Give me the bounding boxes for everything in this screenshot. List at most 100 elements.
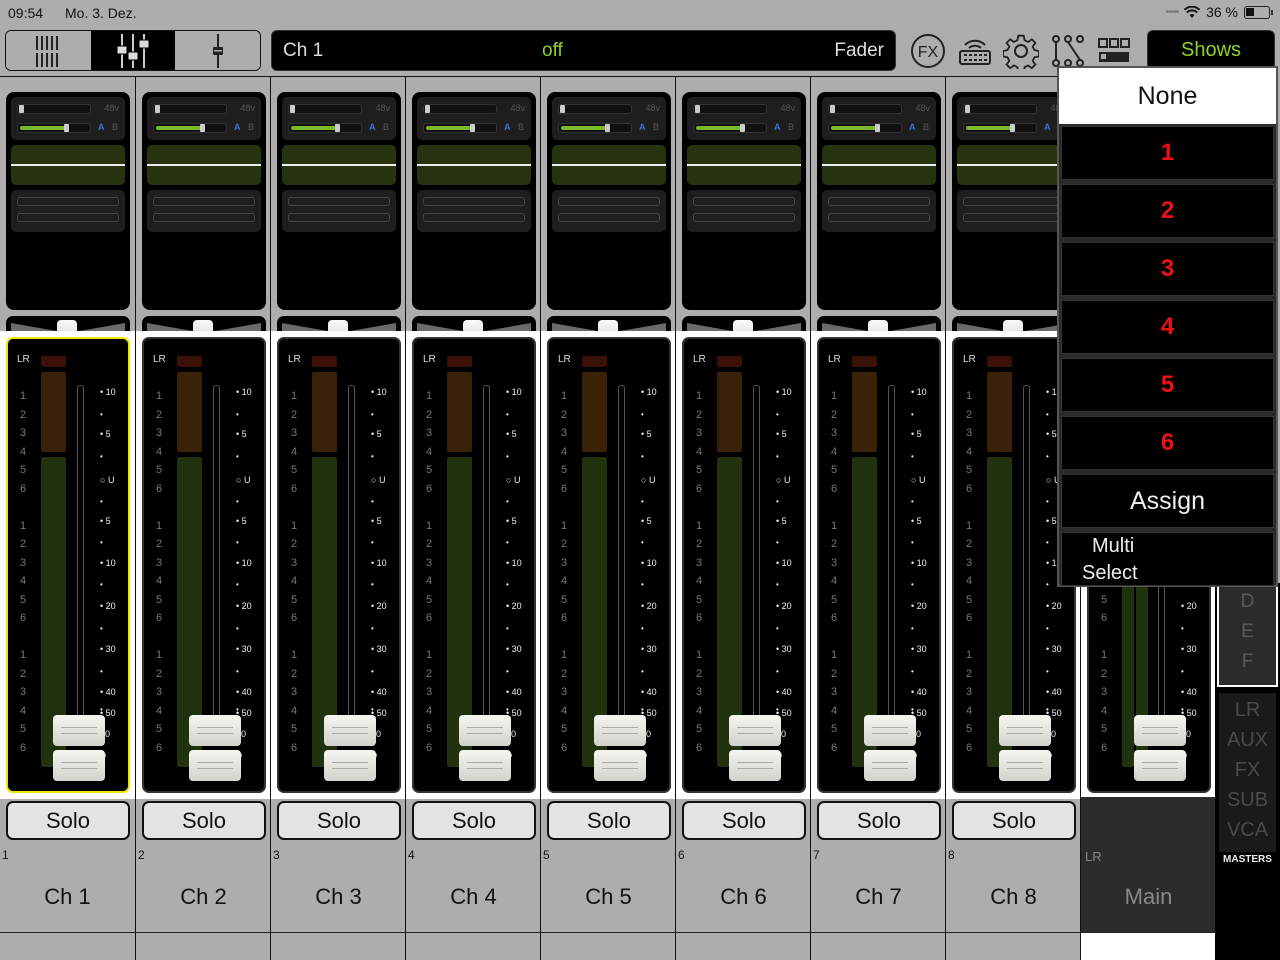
fader-track[interactable] — [1023, 385, 1030, 725]
phantom-slider[interactable] — [693, 104, 767, 114]
channel-overview-tile[interactable]: 48v A B — [547, 92, 671, 310]
group-option-6[interactable]: 6 — [1061, 416, 1274, 470]
master-type-vca[interactable]: VCA — [1219, 815, 1276, 845]
channel-overview-tile[interactable]: 48v A B — [682, 92, 806, 310]
group-option-3[interactable]: 3 — [1061, 242, 1274, 296]
gain-slider[interactable] — [423, 123, 497, 133]
phantom-slider[interactable] — [153, 104, 227, 114]
gain-slider[interactable] — [153, 123, 227, 133]
fader-cap[interactable] — [189, 715, 241, 781]
mixer-view-button[interactable] — [90, 31, 176, 70]
phantom-slider[interactable] — [288, 104, 362, 114]
gain-slider[interactable] — [288, 123, 362, 133]
meters-view-button[interactable] — [6, 31, 91, 70]
fader-track[interactable] — [77, 385, 84, 725]
fader-cap[interactable] — [999, 715, 1051, 781]
channel-strip: 48v A B Mute LR 12345612345612 — [135, 76, 271, 960]
channel-name[interactable]: Ch 5 — [541, 884, 676, 910]
gain-fill — [20, 126, 66, 130]
channel-overview-tile[interactable]: 48v A B — [817, 92, 941, 310]
meter-number: 3 — [696, 686, 703, 698]
group-option-4[interactable]: 4 — [1061, 300, 1274, 354]
scale-mark: • 5 — [1046, 516, 1057, 526]
layout-button[interactable] — [1094, 31, 1134, 71]
meter-number: 2 — [831, 538, 838, 550]
main-name-area[interactable]: LR Main — [1081, 797, 1216, 932]
gain-slider[interactable] — [17, 123, 91, 133]
phantom-slider[interactable] — [423, 104, 497, 114]
channel-name[interactable]: Ch 7 — [811, 884, 946, 910]
assign-button[interactable]: Assign — [1061, 474, 1274, 528]
fader-area: LR 1 2 3 4 5 6 1 2 3 4 5 6 1 2 3 4 5 6 • 10 • • 5 • ○ U • • 5 • •… — [136, 331, 271, 799]
group-none-option[interactable]: None — [1059, 68, 1276, 124]
gain-slider[interactable] — [963, 123, 1037, 133]
gain-slider[interactable] — [558, 123, 632, 133]
group-option-2[interactable]: 2 — [1061, 184, 1274, 238]
meter-number: 3 — [156, 427, 163, 439]
fader-track[interactable] — [213, 385, 220, 725]
compressor-meter — [693, 213, 795, 222]
shows-button[interactable]: Shows — [1147, 30, 1275, 71]
channel-name[interactable]: Ch 1 — [0, 884, 135, 910]
meter-number: 2 — [561, 538, 568, 550]
solo-button[interactable]: Solo — [142, 801, 266, 840]
channel-display[interactable]: Ch 1 off Fader — [271, 30, 896, 71]
fader-cap[interactable] — [459, 715, 511, 781]
channel-name[interactable]: Ch 2 — [136, 884, 271, 910]
fader-track[interactable] — [888, 385, 895, 725]
bank-d[interactable]: D — [1219, 587, 1276, 617]
master-type-fx[interactable]: FX — [1219, 755, 1276, 785]
scale-mark: • — [776, 497, 779, 506]
fader-cap[interactable] — [324, 715, 376, 781]
fader-cap[interactable] — [53, 715, 105, 781]
scale-mark: • — [1046, 667, 1049, 676]
bank-f[interactable]: F — [1219, 647, 1276, 677]
phantom-slider[interactable] — [558, 104, 632, 114]
solo-button[interactable]: Solo — [547, 801, 671, 840]
scale-mark: • — [100, 667, 103, 676]
solo-button[interactable]: Solo — [412, 801, 536, 840]
routing-button[interactable] — [1048, 31, 1088, 71]
solo-button[interactable]: Solo — [817, 801, 941, 840]
channel-name[interactable]: Ch 4 — [406, 884, 541, 910]
multi-select-button[interactable]: Multi Select — [1061, 532, 1274, 586]
fader-cap[interactable] — [864, 715, 916, 781]
phantom-slider[interactable] — [828, 104, 902, 114]
fx-button[interactable]: FX — [908, 31, 948, 71]
master-type-lr[interactable]: LR — [1219, 695, 1276, 725]
channel-overview-tile[interactable]: 48v A B — [412, 92, 536, 310]
fader-track[interactable] — [348, 385, 355, 725]
master-type-sub[interactable]: SUB — [1219, 785, 1276, 815]
fader-cap[interactable] — [1134, 715, 1186, 781]
master-type-aux[interactable]: AUX — [1219, 725, 1276, 755]
phantom-slider[interactable] — [17, 104, 91, 114]
solo-button[interactable]: Solo — [682, 801, 806, 840]
solo-button[interactable]: Solo — [952, 801, 1076, 840]
settings-button[interactable] — [1001, 31, 1041, 71]
wireless-button[interactable] — [955, 31, 995, 71]
gain-slider[interactable] — [828, 123, 902, 133]
channel-overview-tile[interactable]: 48v A B — [277, 92, 401, 310]
channel-name[interactable]: Ch 3 — [271, 884, 406, 910]
scale-mark: • 40 — [371, 687, 387, 697]
bank-selector[interactable]: D E F — [1217, 583, 1278, 687]
channel-name[interactable]: Ch 8 — [946, 884, 1081, 910]
meter-number: 2 — [426, 408, 433, 421]
bank-e[interactable]: E — [1219, 617, 1276, 647]
solo-button[interactable]: Solo — [6, 801, 130, 840]
channel-overview-tile[interactable]: 48v A B — [142, 92, 266, 310]
group-option-1[interactable]: 1 — [1061, 126, 1274, 180]
fader-cap[interactable] — [594, 715, 646, 781]
fader-cap[interactable] — [729, 715, 781, 781]
fader-track[interactable] — [483, 385, 490, 725]
fader-track[interactable] — [618, 385, 625, 725]
fader-track[interactable] — [753, 385, 760, 725]
phantom-slider[interactable] — [963, 104, 1037, 114]
gain-slider[interactable] — [693, 123, 767, 133]
input-b-label: B — [518, 122, 525, 132]
channel-name[interactable]: Ch 6 — [676, 884, 811, 910]
group-option-5[interactable]: 5 — [1061, 358, 1274, 412]
solo-button[interactable]: Solo — [277, 801, 401, 840]
single-channel-view-button[interactable] — [175, 31, 260, 70]
channel-overview-tile[interactable]: 48v A B — [6, 92, 130, 310]
